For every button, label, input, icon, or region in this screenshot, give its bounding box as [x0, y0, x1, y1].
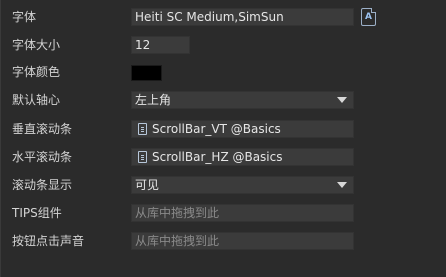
anchor-label: 默认轴心 [12, 93, 61, 107]
hscroll-label: 水平滚动条 [12, 150, 73, 164]
font-color-swatch[interactable] [131, 65, 162, 81]
chevron-down-icon [337, 182, 347, 188]
font-size-field[interactable]: 12 [131, 36, 190, 54]
click-sound-row: 按钮点击声音 从库中拖拽到此 [1, 228, 446, 254]
font-size-row: 字体大小 12 [1, 32, 446, 58]
anchor-row: 默认轴心 左上角 [1, 87, 446, 113]
tips-label: TIPS组件 [12, 206, 62, 220]
click-sound-drop-field[interactable]: 从库中拖拽到此 [131, 232, 354, 250]
font-file-icon[interactable]: A [361, 8, 376, 26]
font-color-label: 字体颜色 [12, 65, 61, 79]
document-icon [138, 123, 147, 135]
property-panel: 字体 Heiti SC Medium,SimSun A 字体大小 12 字体颜色… [0, 0, 446, 277]
chevron-down-icon [337, 97, 347, 103]
click-sound-label: 按钮点击声音 [12, 234, 85, 248]
hscroll-field[interactable]: ScrollBar_HZ @Basics [131, 148, 354, 166]
vscroll-value: ScrollBar_VT @Basics [152, 122, 281, 136]
hscroll-value: ScrollBar_HZ @Basics [152, 150, 283, 164]
scroll-display-select[interactable]: 可见 [131, 176, 354, 194]
anchor-select[interactable]: 左上角 [131, 91, 354, 109]
hscroll-row: 水平滚动条 ScrollBar_HZ @Basics [1, 144, 446, 170]
vscroll-field[interactable]: ScrollBar_VT @Basics [131, 120, 354, 138]
document-icon [138, 151, 147, 163]
anchor-select-value: 左上角 [135, 93, 172, 107]
vscroll-row: 垂直滚动条 ScrollBar_VT @Basics [1, 116, 446, 142]
tips-row: TIPS组件 从库中拖拽到此 [1, 200, 446, 226]
tips-drop-field[interactable]: 从库中拖拽到此 [131, 204, 354, 222]
font-label: 字体 [12, 10, 37, 24]
font-color-row: 字体颜色 [1, 59, 446, 85]
vscroll-label: 垂直滚动条 [12, 122, 73, 136]
font-row: 字体 Heiti SC Medium,SimSun A [1, 4, 446, 30]
font-field[interactable]: Heiti SC Medium,SimSun [131, 8, 354, 26]
scroll-display-value: 可见 [135, 178, 160, 192]
scroll-display-row: 滚动条显示 可见 [1, 172, 446, 198]
scroll-display-label: 滚动条显示 [12, 178, 73, 192]
font-size-label: 字体大小 [12, 38, 61, 52]
